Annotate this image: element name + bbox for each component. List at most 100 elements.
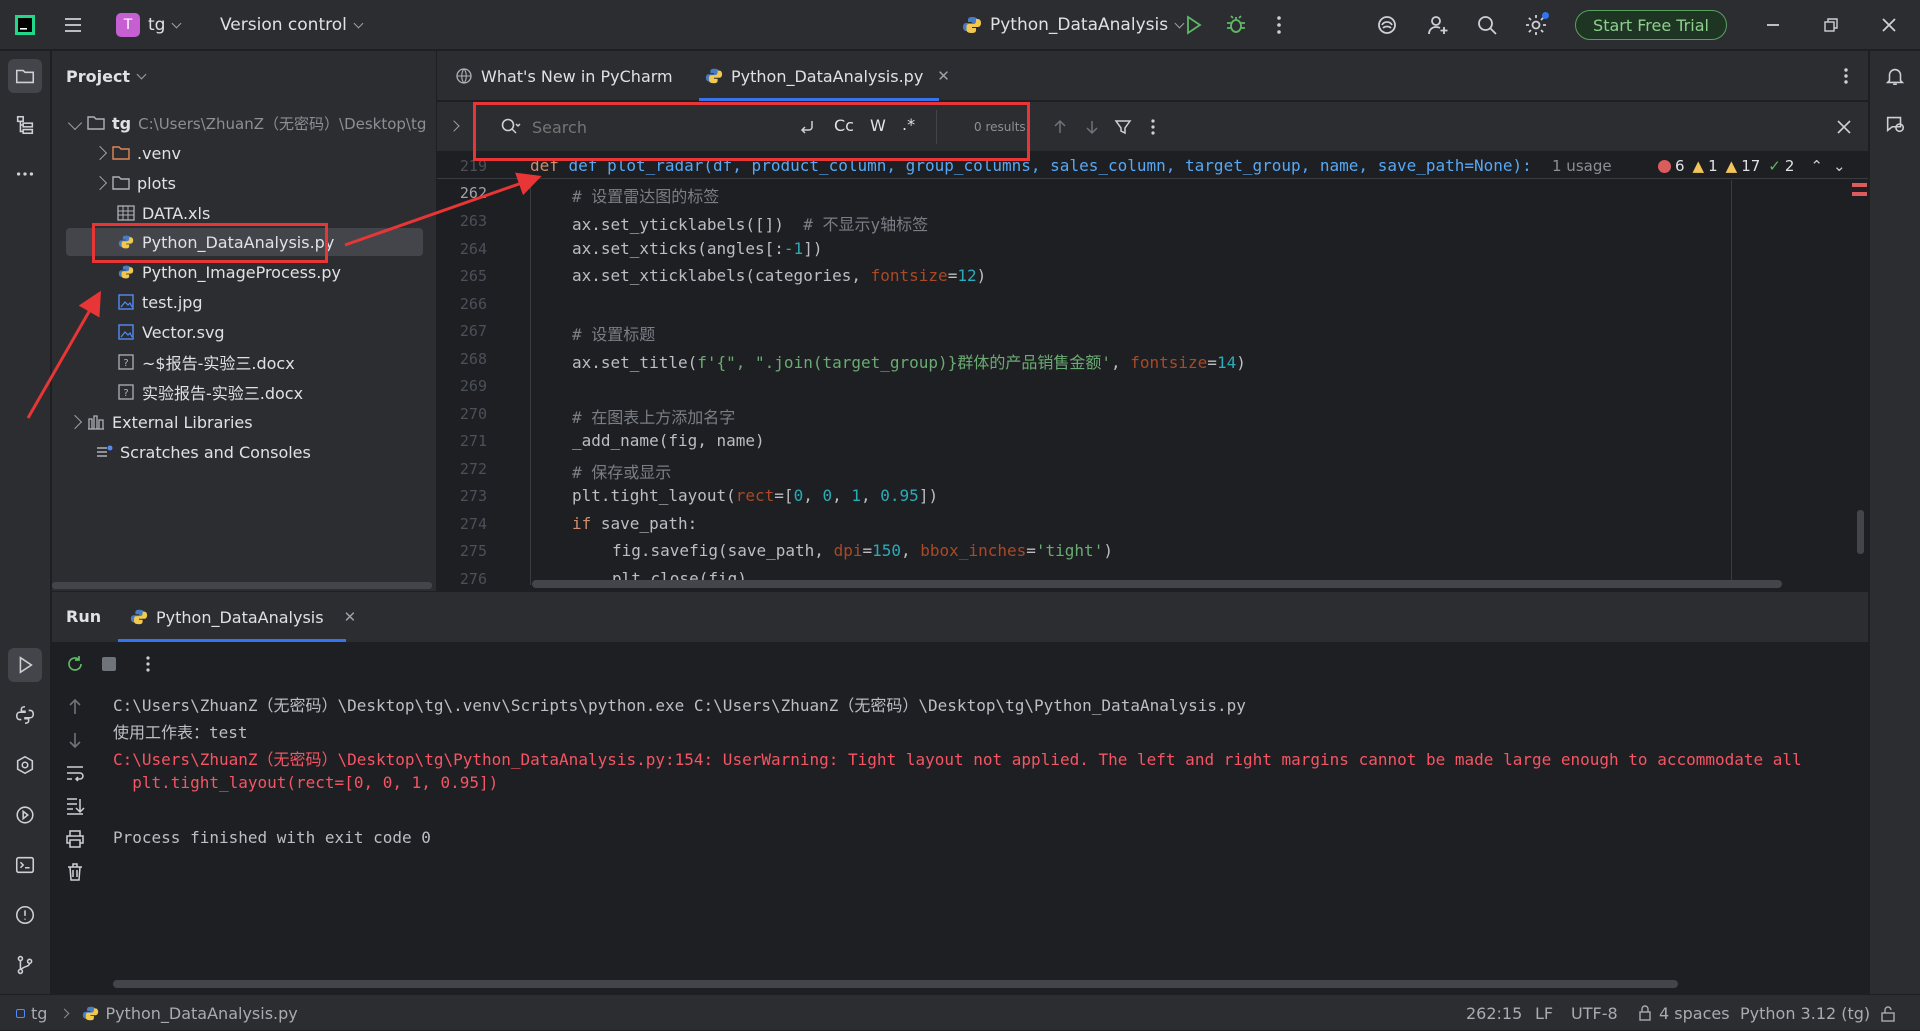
code-param: fontsize	[1130, 353, 1208, 372]
restore-window-icon[interactable]	[1818, 12, 1844, 38]
next-highlight-icon[interactable]: ⌄	[1833, 157, 1846, 175]
close-window-icon[interactable]	[1876, 12, 1902, 38]
debug-icon[interactable]	[1223, 12, 1249, 38]
settings-gear-icon[interactable]	[1523, 12, 1549, 38]
run-icon[interactable]	[1180, 12, 1206, 38]
soft-wrap-icon[interactable]	[64, 762, 86, 784]
console-horizontal-scrollbar[interactable]	[113, 980, 1678, 988]
main-menu-icon[interactable]	[60, 12, 86, 38]
run-more-icon[interactable]	[140, 653, 156, 675]
clear-trash-icon[interactable]	[64, 861, 86, 883]
project-tool-icon[interactable]	[8, 59, 42, 93]
module-icon	[16, 1008, 25, 1018]
indent-setting[interactable]: 4 spaces	[1637, 995, 1730, 1031]
close-tab-icon[interactable]: ✕	[937, 67, 950, 85]
prev-highlight-icon[interactable]: ⌃	[1810, 157, 1823, 175]
find-input[interactable]	[532, 114, 722, 140]
version-control-menu[interactable]: Version control	[220, 0, 364, 50]
print-icon[interactable]	[64, 828, 86, 850]
services-icon[interactable]	[8, 748, 42, 782]
tab-whats-new[interactable]: What's New in PyCharm	[455, 51, 673, 101]
run-tab[interactable]: Python_DataAnalysis ✕	[130, 592, 356, 642]
code-text: ax.set_title(	[572, 353, 698, 372]
whole-words-toggle[interactable]: W	[870, 116, 886, 135]
read-only-lock-icon[interactable]	[1879, 1005, 1897, 1023]
notifications-bell-icon[interactable]	[1878, 59, 1912, 93]
scroll-down-icon[interactable]	[64, 729, 86, 751]
more-actions-icon[interactable]	[1266, 12, 1292, 38]
expand-replace-icon[interactable]	[448, 120, 460, 132]
minimize-icon[interactable]	[1760, 12, 1786, 38]
code-line: # 保存或显示	[572, 459, 671, 483]
run-tool-icon[interactable]	[8, 648, 42, 682]
more-tools-icon[interactable]	[8, 157, 42, 191]
search-icon[interactable]	[1474, 12, 1500, 38]
folder-icon	[112, 176, 130, 190]
tree-item-external-libraries[interactable]: External Libraries	[67, 408, 253, 436]
file-encoding[interactable]: UTF-8	[1571, 995, 1618, 1031]
chevron-down-icon	[353, 18, 364, 28]
problems-icon[interactable]	[8, 898, 42, 932]
inspection-widget[interactable]: 6 ▲ 1 ▲ 17 ✓ 2 ⌃ ⌄	[1658, 154, 1866, 178]
structure-tool-icon[interactable]	[8, 108, 42, 142]
error-stripe-mark[interactable]	[1852, 183, 1867, 187]
breadcrumb-file[interactable]: Python_DataAnalysis.py	[105, 1004, 297, 1023]
tree-item-vector-svg[interactable]: Vector.svg	[117, 318, 225, 346]
scroll-to-end-icon[interactable]	[64, 795, 86, 817]
find-more-icon[interactable]	[1145, 117, 1161, 137]
python-console-icon[interactable]	[8, 798, 42, 832]
editor-horizontal-scrollbar[interactable]	[532, 580, 1782, 588]
tree-item-python-dataanalysis[interactable]: Python_DataAnalysis.py	[117, 228, 334, 256]
new-line-icon[interactable]	[797, 117, 817, 137]
git-icon[interactable]	[8, 948, 42, 982]
tree-item-scratches[interactable]: Scratches and Consoles	[95, 438, 311, 466]
tree-item-data-xls[interactable]: DATA.xls	[117, 199, 210, 227]
regex-toggle[interactable]: .*	[902, 115, 915, 134]
tab-python-dataanalysis[interactable]: Python_DataAnalysis.py ✕	[705, 51, 950, 101]
tree-item-python-imageprocess[interactable]: Python_ImageProcess.py	[117, 258, 341, 286]
tree-item-report-docx[interactable]: ? 实验报告-实验三.docx	[117, 378, 303, 406]
run-config-selector[interactable]: Python_DataAnalysis	[962, 0, 1185, 50]
python-packages-icon[interactable]	[8, 698, 42, 732]
breadcrumb-project[interactable]: tg	[31, 1004, 47, 1023]
filter-icon[interactable]	[1113, 117, 1133, 137]
next-occurrence-icon[interactable]	[1082, 117, 1102, 137]
editor-options-icon[interactable]	[1836, 64, 1856, 88]
project-panel-header[interactable]: Project	[66, 67, 147, 86]
tree-item-label: test.jpg	[142, 292, 203, 312]
tree-item-plots[interactable]: plots	[92, 169, 176, 197]
tree-item-venv[interactable]: .venv	[92, 139, 181, 167]
breadcrumb[interactable]: tg Python_DataAnalysis.py	[16, 995, 298, 1031]
ai-assistant-icon[interactable]	[1374, 12, 1400, 38]
add-user-icon[interactable]	[1425, 12, 1451, 38]
find-results-count: 0 results	[974, 120, 1026, 134]
editor-vertical-scrollbar[interactable]	[1857, 510, 1864, 554]
console-error-line: plt.tight_layout(rect=[0, 0, 1, 0.95])	[113, 773, 499, 792]
python-interpreter[interactable]: Python 3.12 (tg)	[1740, 995, 1870, 1031]
close-find-icon[interactable]	[1834, 117, 1854, 137]
search-icon[interactable]	[499, 116, 521, 138]
stop-icon[interactable]	[102, 657, 116, 671]
usage-hint[interactable]: 1 usage	[1548, 157, 1612, 175]
code-comment: # 设置标题	[572, 325, 656, 344]
tree-item-test-jpg[interactable]: test.jpg	[117, 288, 203, 316]
project-horizontal-scrollbar[interactable]	[52, 582, 432, 589]
ai-chat-icon[interactable]	[1878, 107, 1912, 141]
tree-root-tg[interactable]: tg C:\Users\ZhuanZ（无密码）\Desktop\tg	[67, 109, 426, 137]
rerun-icon[interactable]	[64, 653, 86, 675]
previous-occurrence-icon[interactable]	[1050, 117, 1070, 137]
tree-item-temp-docx[interactable]: ? ~$报告-实验三.docx	[117, 348, 295, 376]
code-line: plt.tight_layout(rect=[0, 0, 1, 0.95])	[572, 486, 938, 505]
match-case-toggle[interactable]: Cc	[834, 116, 854, 135]
close-run-tab-icon[interactable]: ✕	[344, 608, 357, 626]
project-switcher[interactable]: T tg	[116, 0, 182, 50]
terminal-icon[interactable]	[8, 848, 42, 882]
error-stripe-mark[interactable]	[1852, 192, 1867, 196]
scroll-up-icon[interactable]	[64, 696, 86, 718]
caret-position[interactable]: 262:15	[1466, 995, 1522, 1031]
start-free-trial-button[interactable]: Start Free Trial	[1575, 10, 1727, 40]
line-separator[interactable]: LF	[1535, 995, 1553, 1031]
code-text: =	[1026, 541, 1036, 560]
line-number: 272	[459, 460, 487, 478]
tree-item-label: Scratches and Consoles	[120, 442, 311, 462]
